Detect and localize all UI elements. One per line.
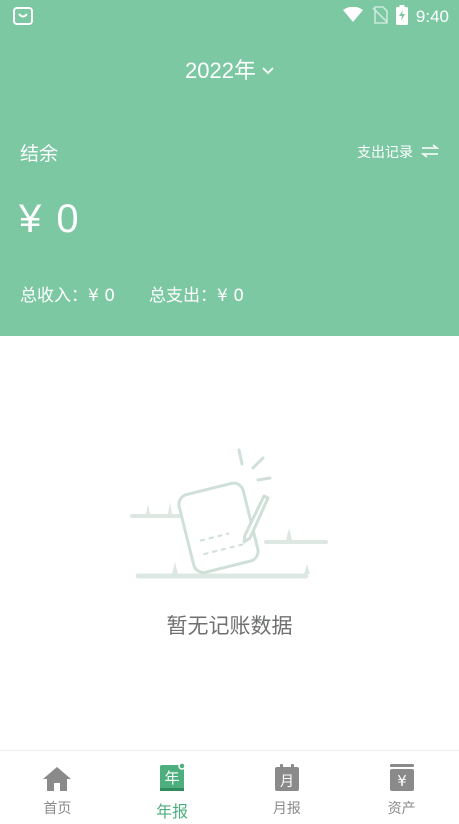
expense-records-label: 支出记录 — [357, 145, 413, 161]
status-bar: 9:40 — [0, 0, 459, 34]
year-label: 2022年 — [185, 58, 256, 83]
chevron-down-icon — [262, 60, 274, 79]
total-income: 总收入：¥ 0 — [20, 286, 116, 306]
swap-arrows-icon — [420, 143, 440, 162]
battery-charging-icon — [395, 5, 408, 29]
balance-label: 结余 — [20, 143, 59, 165]
monthly-report-icon: 月 — [274, 764, 299, 791]
bottom-navigation: 首页 年 年报 月 月报 ¥ 资产 — [0, 750, 459, 824]
total-expense: 总支出：¥ 0 — [149, 286, 245, 306]
assets-icon: ¥ — [389, 764, 414, 791]
status-indicators: 9:40 — [342, 5, 449, 29]
nav-item-home[interactable]: 首页 — [0, 751, 115, 824]
notification-app-icon — [13, 7, 33, 25]
home-icon — [43, 767, 72, 791]
balance-amount: ¥ 0 — [19, 197, 81, 241]
annual-report-icon: 年 — [160, 762, 186, 791]
year-selector[interactable]: 2022年 — [0, 52, 459, 86]
empty-notebook-illustration — [130, 448, 328, 579]
expense-records-link[interactable]: 支出记录 — [357, 142, 440, 162]
no-sim-icon — [372, 6, 388, 28]
nav-label-monthly-report: 月报 — [272, 801, 301, 817]
svg-text:月: 月 — [280, 774, 294, 790]
screen: 9:40 2022年 结余 支出记录 ¥ 0 总收入：¥ 0 总支出：¥ 0 暂… — [0, 0, 459, 824]
nav-item-annual-report[interactable]: 年 年报 — [115, 751, 230, 824]
nav-label-annual-report: 年报 — [156, 802, 189, 821]
svg-text:年: 年 — [165, 769, 180, 787]
empty-state-message: 暂无记账数据 — [166, 614, 293, 638]
summary-header: 9:40 2022年 结余 支出记录 ¥ 0 总收入：¥ 0 总支出：¥ 0 — [0, 0, 459, 336]
nav-item-assets[interactable]: ¥ 资产 — [344, 751, 459, 824]
clock-time: 9:40 — [415, 7, 449, 26]
empty-state: 暂无记账数据 — [0, 440, 459, 660]
wifi-icon — [342, 6, 364, 27]
svg-text:¥: ¥ — [397, 772, 407, 790]
nav-label-home: 首页 — [43, 801, 72, 817]
totals-row: 总收入：¥ 0 总支出：¥ 0 — [20, 281, 244, 306]
nav-label-assets: 资产 — [387, 801, 416, 817]
nav-item-monthly-report[interactable]: 月 月报 — [230, 751, 345, 824]
